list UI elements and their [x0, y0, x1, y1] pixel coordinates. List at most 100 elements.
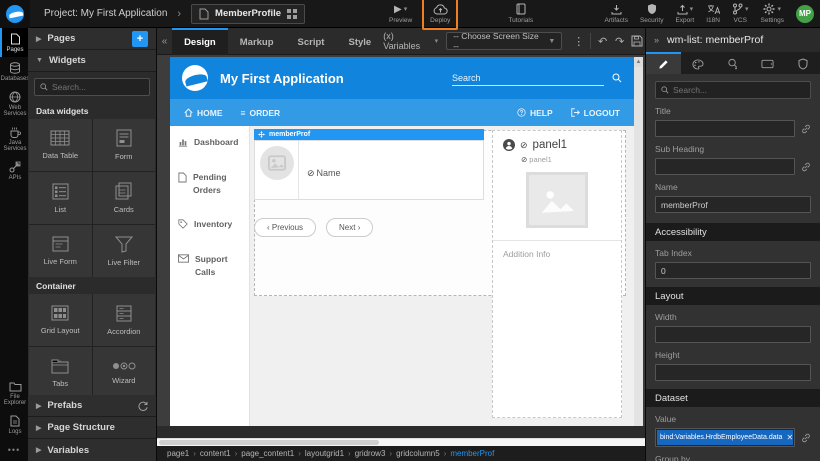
app-nav-dashboard[interactable]: Dashboard [178, 136, 241, 149]
app-search-input[interactable] [452, 71, 604, 86]
settings-button[interactable]: ▾ Settings [755, 0, 791, 28]
more-options-icon[interactable]: ••• [0, 439, 28, 461]
widget-tile-live-form[interactable]: Live Form [29, 225, 92, 277]
widget-tile-form[interactable]: Form [93, 119, 156, 171]
kebab-menu-icon[interactable]: ⋮ [570, 35, 587, 48]
widget-tile-live-filter[interactable]: Live Filter [93, 225, 156, 277]
screen-size-select[interactable]: -- Choose Screen Size -- ▼ [446, 32, 562, 50]
pages-accordion[interactable]: ▶ Pages + [28, 28, 156, 50]
bind-link-icon[interactable] [801, 162, 811, 172]
app-nav-support-calls[interactable]: Support Calls [178, 253, 241, 279]
bind-link-icon[interactable] [801, 433, 811, 443]
tutorials-button[interactable]: Tutorials [502, 0, 539, 28]
rail-item-java-services[interactable]: Java Services [0, 121, 28, 156]
tab-events[interactable] [716, 52, 751, 74]
breadcrumb-layoutgrid1[interactable]: layoutgrid1 [305, 449, 351, 458]
rail-item-apis[interactable]: APIs [0, 156, 28, 185]
widget-tile-accordion[interactable]: Accordion [93, 294, 156, 346]
prefabs-accordion[interactable]: ▶ Prefabs [28, 395, 156, 417]
name-field[interactable] [655, 196, 811, 213]
memberprof-list-widget[interactable]: memberProf ⊘ Name [254, 129, 484, 237]
tab-design[interactable]: Design [172, 28, 228, 55]
nav-help[interactable]: HELP [517, 108, 553, 118]
widget-tile-tabs[interactable]: Tabs [29, 347, 92, 395]
panel1-widget[interactable]: ⊘ panel1 ⊘ panel1 Addition Info [492, 130, 622, 418]
previous-page-button[interactable]: ‹ Previous [254, 218, 316, 237]
wavemaker-logo[interactable] [0, 0, 30, 28]
dataset-section-header[interactable]: Dataset [646, 389, 820, 407]
breadcrumb-page-content1[interactable]: page_content1 [241, 449, 301, 458]
breadcrumb-gridcolumn5[interactable]: gridcolumn5 [396, 449, 446, 458]
properties-search[interactable] [655, 81, 811, 99]
artifacts-button[interactable]: Artifacts [598, 0, 633, 28]
tab-style[interactable]: Style [336, 28, 383, 55]
save-icon[interactable] [628, 35, 645, 47]
tab-security[interactable] [785, 52, 820, 74]
refresh-icon[interactable] [138, 401, 148, 411]
accessibility-section-header[interactable]: Accessibility [646, 223, 820, 241]
tab-styles[interactable] [681, 52, 716, 74]
search-icon[interactable] [612, 73, 622, 83]
list-item-name[interactable]: ⊘ Name [299, 141, 341, 199]
rail-item-logs[interactable]: Logs [0, 410, 28, 439]
vcs-button[interactable]: ▾ VCS [726, 0, 755, 28]
redo-icon[interactable]: ↷ [611, 35, 628, 48]
next-page-button[interactable]: Next › [326, 218, 373, 237]
value-field[interactable]: bind:Variables.HrdbEmployeeData.data ✕ [655, 428, 795, 447]
page-selector[interactable]: MemberProfile [191, 4, 305, 24]
tab-markup[interactable]: Markup [228, 28, 286, 55]
move-handle-icon[interactable] [258, 131, 265, 138]
list-item[interactable]: ⊘ Name [254, 140, 484, 200]
scrollbar-thumb[interactable] [159, 440, 379, 445]
nav-order[interactable]: ≡ ORDER [241, 108, 281, 118]
rail-item-file-explorer[interactable]: File Explorer [0, 376, 28, 410]
i18n-button[interactable]: I18N [700, 0, 726, 28]
app-nav-inventory[interactable]: Inventory [178, 218, 241, 231]
nav-logout[interactable]: LOGOUT [571, 108, 620, 118]
layout-section-header[interactable]: Layout [646, 287, 820, 305]
variables-accordion[interactable]: ▶ Variables [28, 439, 156, 461]
app-search[interactable] [452, 71, 622, 86]
tab-script[interactable]: Script [286, 28, 337, 55]
canvas-horizontal-scrollbar[interactable] [157, 438, 645, 446]
preview-button[interactable]: ▶▾ Preview [383, 0, 418, 28]
tab-device[interactable] [750, 52, 785, 74]
widget-search-input[interactable] [52, 82, 144, 92]
breadcrumb-content1[interactable]: content1 [200, 449, 237, 458]
properties-search-input[interactable] [673, 85, 805, 95]
width-field[interactable] [655, 326, 811, 343]
widget-tile-list[interactable]: List [29, 172, 92, 224]
widget-tile-wizard[interactable]: Wizard [93, 347, 156, 395]
deploy-button[interactable]: Deploy [424, 0, 456, 28]
tab-properties[interactable] [646, 52, 681, 74]
rail-item-pages[interactable]: Pages [0, 28, 28, 57]
subheading-field[interactable] [655, 158, 795, 175]
scroll-up-icon[interactable]: ▲ [634, 57, 643, 67]
clear-binding-icon[interactable]: ✕ [784, 433, 793, 442]
canvas-vertical-scrollbar[interactable]: ▲ [634, 57, 643, 426]
bind-link-icon[interactable] [801, 124, 811, 134]
undo-icon[interactable]: ↶ [594, 35, 611, 48]
export-button[interactable]: ▾ Export [669, 0, 700, 28]
add-page-button[interactable]: + [132, 31, 148, 47]
collapse-right-panel-icon[interactable]: » [654, 35, 659, 45]
tabindex-field[interactable] [655, 262, 811, 279]
widget-tile-data-table[interactable]: Data Table [29, 119, 92, 171]
title-field[interactable] [655, 120, 795, 137]
breadcrumb-page1[interactable]: page1 [167, 449, 196, 458]
grid-menu-icon[interactable] [287, 9, 297, 19]
app-nav-pending-orders[interactable]: Pending Orders [178, 171, 241, 197]
panel1-subtitle[interactable]: ⊘ panel1 [521, 155, 611, 164]
panel1-image-placeholder[interactable] [526, 172, 588, 228]
breadcrumb-memberprof[interactable]: memberProf [450, 449, 494, 458]
user-avatar[interactable]: MP [796, 5, 814, 23]
variables-dropdown[interactable]: (x) Variables ▾ [383, 31, 438, 51]
collapse-left-panel-icon[interactable]: « [157, 36, 172, 47]
widget-tile-grid-layout[interactable]: Grid Layout [29, 294, 92, 346]
page-structure-accordion[interactable]: ▶ Page Structure [28, 417, 156, 439]
widget-title-bar[interactable]: memberProf [254, 129, 484, 140]
breadcrumb-gridrow3[interactable]: gridrow3 [355, 449, 392, 458]
bind-expression-chip[interactable]: bind:Variables.HrdbEmployeeData.data ✕ [657, 430, 793, 445]
height-field[interactable] [655, 364, 811, 381]
rail-item-web-services[interactable]: Web Services [0, 86, 28, 121]
